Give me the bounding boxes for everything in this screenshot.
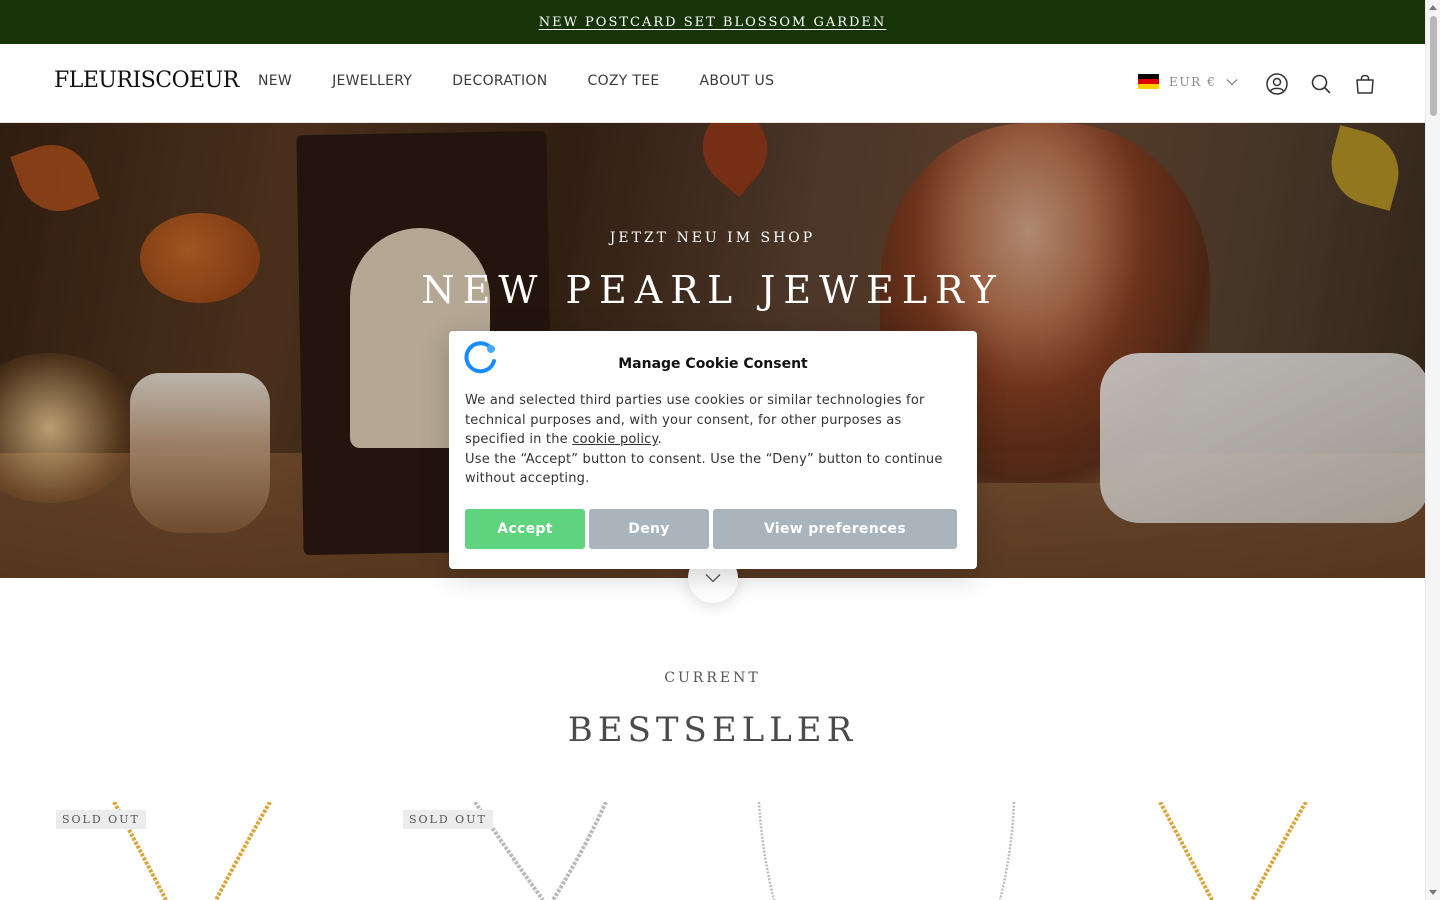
currency-selector[interactable]: EUR € xyxy=(1138,74,1238,89)
site-header: FLEURISCOEUR NEW JEWELLERY DECORATION CO… xyxy=(0,44,1425,123)
product-image-necklace xyxy=(757,802,1016,900)
hero-title: NEW PEARL JEWELRY xyxy=(421,268,1004,312)
site-logo[interactable]: FLEURISCOEUR xyxy=(54,68,239,93)
nav-item-decoration[interactable]: DECORATION xyxy=(452,73,547,89)
cookie-text-period: . xyxy=(657,432,662,447)
sold-out-badge: SOLD OUT xyxy=(56,810,146,829)
announcement-bar: NEW POSTCARD SET BLOSSOM GARDEN xyxy=(0,0,1425,44)
hero-kicker: JETZT NEU IM SHOP xyxy=(609,230,816,246)
chevron-down-icon xyxy=(705,574,721,583)
currency-label: EUR € xyxy=(1169,74,1217,89)
account-icon[interactable] xyxy=(1265,72,1289,96)
nav-item-jewellery[interactable]: JEWELLERY xyxy=(332,73,412,89)
germany-flag-icon xyxy=(1138,74,1159,89)
deny-button[interactable]: Deny xyxy=(589,509,709,549)
announcement-link[interactable]: NEW POSTCARD SET BLOSSOM GARDEN xyxy=(539,15,887,30)
page-scrollbar[interactable] xyxy=(1425,0,1440,900)
search-icon[interactable] xyxy=(1309,72,1333,96)
scroll-up-arrow-icon[interactable] xyxy=(1429,5,1437,10)
scrollbar-thumb[interactable] xyxy=(1430,16,1437,116)
section-kicker: CURRENT xyxy=(664,670,761,686)
product-card[interactable]: SOLD OUT xyxy=(403,802,733,900)
cookie-dialog-title: Manage Cookie Consent xyxy=(618,356,808,372)
product-card[interactable]: SOLD OUT xyxy=(56,802,386,900)
section-title: BESTSELLER xyxy=(567,710,858,750)
cookie-consent-dialog: Manage Cookie Consent We and selected th… xyxy=(449,331,977,569)
chevron-down-icon xyxy=(1226,78,1238,85)
nav-item-new[interactable]: NEW xyxy=(258,73,292,89)
accept-button[interactable]: Accept xyxy=(465,509,585,549)
cookie-policy-link[interactable]: cookie policy xyxy=(572,432,657,447)
main-nav: NEW JEWELLERY DECORATION COZY TEE ABOUT … xyxy=(258,73,774,89)
cart-icon[interactable] xyxy=(1353,72,1377,96)
view-preferences-button[interactable]: View preferences xyxy=(713,509,957,549)
cookie-dialog-text: We and selected third parties use cookie… xyxy=(465,391,961,489)
cookie-text-intro: We and selected third parties use cookie… xyxy=(465,393,925,447)
scroll-down-arrow-icon[interactable] xyxy=(1429,890,1437,895)
product-image-necklace xyxy=(1158,802,1308,900)
product-card[interactable] xyxy=(1097,802,1427,900)
nav-item-about-us[interactable]: ABOUT US xyxy=(700,73,775,89)
cookie-text-instructions: Use the “Accept” button to consent. Use … xyxy=(465,451,943,487)
nav-item-cozy-tee[interactable]: COZY TEE xyxy=(588,73,660,89)
product-card[interactable] xyxy=(750,802,1080,900)
sold-out-badge: SOLD OUT xyxy=(403,810,493,829)
